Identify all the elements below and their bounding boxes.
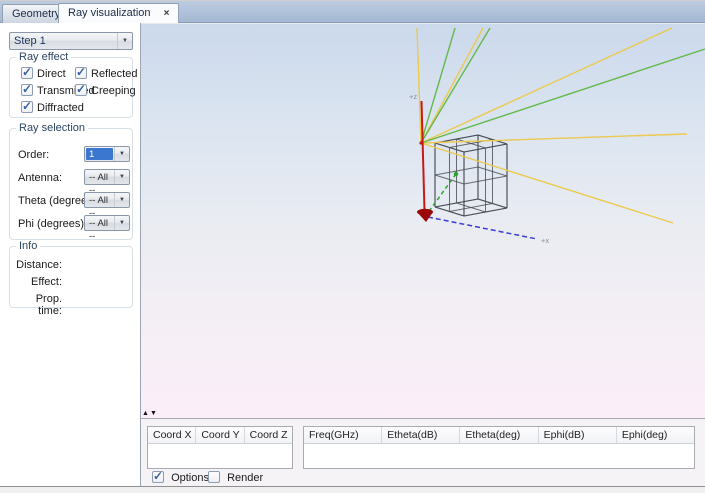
chevron-down-icon: ▼ — [114, 193, 129, 207]
control-panel: Step 1 ▼ Ray effect ✓Direct ✓Reflected ✓… — [0, 23, 141, 487]
step-dropdown-value: Step 1 — [14, 34, 115, 49]
antenna-label: Antenna: — [18, 172, 62, 184]
ray-effect-group: Ray effect ✓Direct ✓Reflected ✓Transmitt… — [9, 57, 133, 118]
order-dropdown[interactable]: 1 ▼ — [84, 146, 130, 162]
column-header-coord-y[interactable]: Coord Y — [196, 427, 244, 443]
ray-effect-title: Ray effect — [16, 51, 71, 63]
distance-label: Distance: — [12, 259, 62, 271]
tab-close-icon[interactable]: × — [164, 9, 170, 19]
column-header-ephi-deg[interactable]: Ephi(deg) — [617, 427, 694, 443]
phi-dropdown[interactable]: -- All -- ▼ — [84, 215, 130, 231]
tab-ray-visualization[interactable]: Ray visualization × — [58, 3, 179, 23]
chevron-down-icon: ▼ — [114, 147, 129, 161]
3d-viewport[interactable]: +z +x ▲▼ — [141, 23, 705, 418]
column-header-coord-x[interactable]: Coord X — [148, 427, 196, 443]
step-dropdown[interactable]: Step 1 ▼ — [9, 32, 133, 50]
options-label: Options — [171, 472, 209, 484]
ray-visualization-window: Geometry Ray visualization × Step 1 ▼ Ra… — [0, 0, 705, 493]
tab-ray-visualization-label: Ray visualization — [68, 7, 151, 19]
chevron-down-icon: ▼ — [114, 170, 129, 184]
column-header-freq[interactable]: Freq(GHz) — [304, 427, 382, 443]
checkbox-creeping[interactable]: ✓Creeping — [75, 84, 136, 98]
render-checkbox[interactable]: Render — [208, 471, 263, 485]
checkbox-icon: ✓ — [21, 101, 33, 113]
render-label: Render — [227, 472, 263, 484]
phi-dropdown-value: -- All -- — [89, 217, 112, 243]
ray-selection-group: Ray selection Order: 1 ▼ Antenna: -- All… — [9, 128, 133, 240]
phi-label: Phi (degrees): — [18, 218, 87, 230]
coordinates-table: Coord X Coord Y Coord Z — [147, 426, 293, 469]
checkbox-diffracted[interactable]: ✓Diffracted — [21, 101, 84, 115]
order-dropdown-value: 1 — [86, 148, 113, 160]
checkbox-icon: ✓ — [75, 84, 87, 96]
info-group: Info Distance: Effect: Prop. time: — [9, 246, 133, 308]
coordinates-table-header: Coord X Coord Y Coord Z — [148, 427, 292, 444]
effect-label: Effect: — [12, 276, 62, 288]
column-header-ephi-db[interactable]: Ephi(dB) — [539, 427, 617, 443]
ray-selection-title: Ray selection — [16, 122, 88, 134]
chevron-down-icon: ▼ — [114, 216, 129, 230]
field-values-table-header: Freq(GHz) Etheta(dB) Etheta(deg) Ephi(dB… — [304, 427, 694, 444]
tab-geometry-label: Geometry — [12, 8, 60, 20]
splitter-down-icon[interactable]: ▼ — [150, 410, 158, 417]
checkbox-icon: ✓ — [75, 67, 87, 79]
column-header-etheta-db[interactable]: Etheta(dB) — [382, 427, 460, 443]
field-values-table: Freq(GHz) Etheta(dB) Etheta(deg) Ephi(dB… — [303, 426, 695, 469]
z-axis-label: +z — [409, 92, 417, 101]
coordinates-table-body[interactable] — [148, 444, 292, 468]
column-header-coord-z[interactable]: Coord Z — [245, 427, 292, 443]
field-values-table-body[interactable] — [304, 444, 694, 468]
results-panel: Coord X Coord Y Coord Z Freq(GHz) Etheta… — [141, 418, 705, 487]
checkbox-icon — [208, 471, 220, 483]
3d-scene[interactable]: +z +x — [141, 24, 705, 419]
tab-bar: Geometry Ray visualization × — [0, 1, 705, 23]
checkbox-icon: ✓ — [152, 471, 164, 483]
x-axis-label: +x — [541, 236, 549, 245]
checkbox-direct[interactable]: ✓Direct — [21, 67, 66, 81]
order-label: Order: — [18, 149, 49, 161]
info-title: Info — [16, 240, 40, 252]
checkbox-reflected[interactable]: ✓Reflected — [75, 67, 137, 81]
splitter-up-icon[interactable]: ▲ — [142, 410, 150, 417]
checkbox-icon: ✓ — [21, 84, 33, 96]
theta-dropdown[interactable]: -- All -- ▼ — [84, 192, 130, 208]
chevron-down-icon: ▼ — [117, 33, 132, 49]
prop-time-label: Prop. time: — [12, 293, 62, 317]
splitter-collapse-arrows[interactable]: ▲▼ — [142, 410, 158, 417]
checkbox-icon: ✓ — [21, 67, 33, 79]
antenna-dropdown[interactable]: -- All -- ▼ — [84, 169, 130, 185]
options-checkbox[interactable]: ✓ Options — [152, 471, 209, 485]
column-header-etheta-deg[interactable]: Etheta(deg) — [460, 427, 538, 443]
